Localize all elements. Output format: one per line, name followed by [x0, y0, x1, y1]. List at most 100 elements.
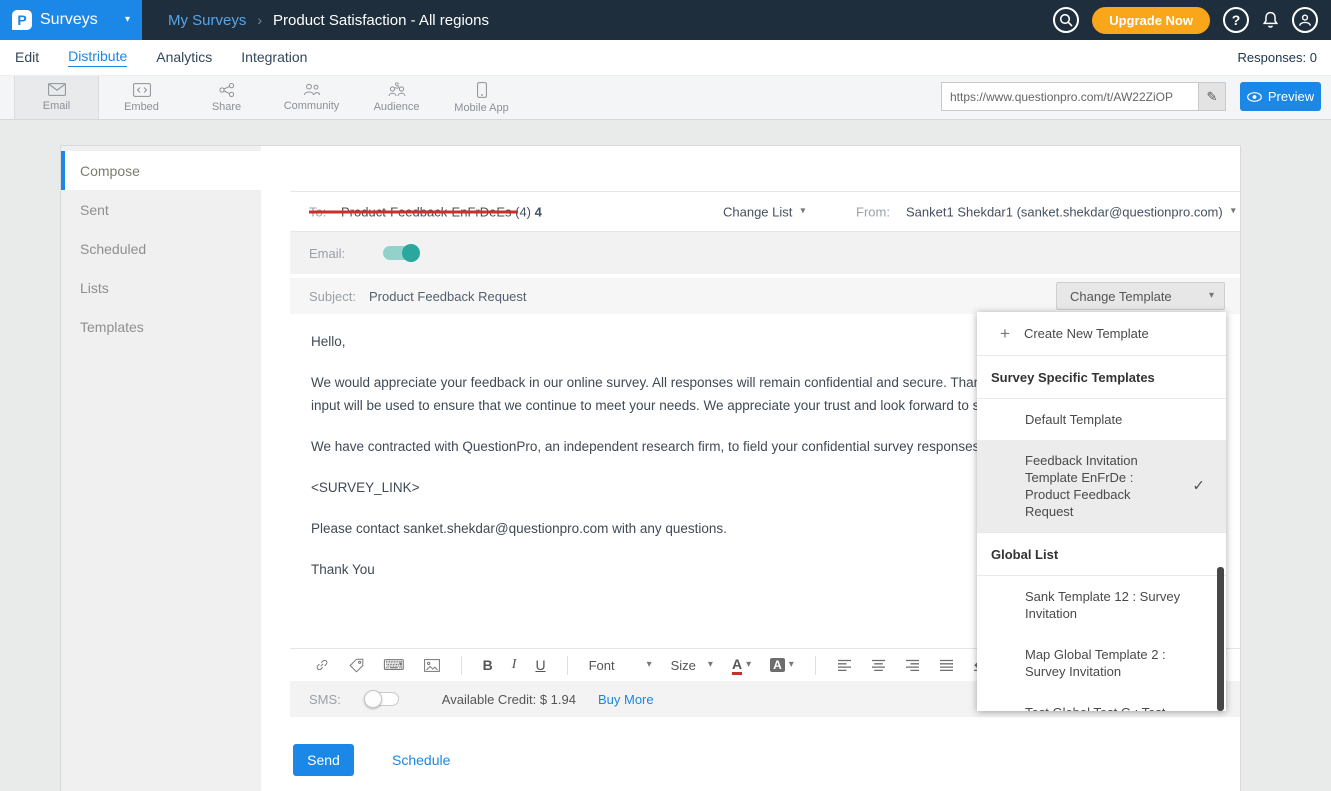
highlight-color-button[interactable]: A ▾: [770, 658, 794, 672]
font-family-select[interactable]: Font ▾: [589, 658, 652, 673]
header-actions: Upgrade Now ?: [1053, 7, 1331, 34]
menu-scrollbar-thumb[interactable]: [1217, 567, 1224, 711]
account-avatar[interactable]: [1292, 7, 1318, 33]
preview-button[interactable]: Preview: [1240, 82, 1321, 111]
surveys-menu-label: Surveys: [40, 11, 98, 29]
tab-integration[interactable]: Integration: [241, 49, 307, 67]
channel-audience[interactable]: $ Audience: [354, 76, 439, 119]
chevron-down-icon: ▾: [746, 660, 751, 670]
toolbar-divider: [567, 656, 568, 675]
channel-label: Embed: [124, 101, 159, 113]
surveys-app-menu[interactable]: P Surveys ▾: [0, 0, 142, 40]
text-color-button[interactable]: A ▾: [732, 656, 751, 675]
pencil-icon: ✎: [1207, 89, 1218, 105]
channel-email[interactable]: Email: [14, 76, 99, 119]
align-right-button[interactable]: [905, 659, 920, 672]
toggle-knob: [364, 690, 382, 708]
preview-label: Preview: [1268, 89, 1314, 104]
sidebar-item-sent[interactable]: Sent: [61, 190, 261, 229]
edit-url-button[interactable]: ✎: [1198, 83, 1225, 110]
help-button[interactable]: ?: [1223, 7, 1249, 33]
buy-more-link[interactable]: Buy More: [598, 692, 654, 707]
community-people-icon: [303, 83, 321, 96]
schedule-link[interactable]: Schedule: [392, 752, 450, 768]
sms-toggle[interactable]: [364, 692, 399, 706]
channel-mobile-app[interactable]: Mobile App: [439, 76, 524, 119]
embed-code-icon: [133, 83, 151, 97]
tab-analytics[interactable]: Analytics: [156, 49, 212, 67]
plus-icon: +: [1000, 324, 1010, 344]
channel-embed[interactable]: Embed: [99, 76, 184, 119]
email-toggle[interactable]: [383, 246, 418, 260]
tab-edit[interactable]: Edit: [15, 49, 39, 67]
insert-image-button[interactable]: [424, 659, 440, 672]
upgrade-now-button[interactable]: Upgrade Now: [1092, 7, 1210, 34]
to-recipient-count: 4: [535, 204, 542, 219]
change-template-button[interactable]: Change Template ▾: [1056, 282, 1225, 310]
sidebar-item-compose[interactable]: Compose: [61, 151, 261, 190]
bold-button[interactable]: B: [483, 657, 493, 673]
breadcrumb-separator: ›: [257, 12, 262, 28]
merge-tag-button[interactable]: [349, 658, 364, 673]
align-left-icon: [837, 659, 852, 672]
survey-specific-templates-header: Survey Specific Templates: [977, 356, 1226, 399]
menu-item-map-global-template-2[interactable]: Map Global Template 2 : Survey Invitatio…: [977, 634, 1226, 692]
create-new-template-label: Create New Template: [1024, 326, 1149, 341]
channel-label: Share: [212, 101, 241, 113]
change-list-label: Change List: [723, 204, 792, 219]
keyboard-button[interactable]: ⌨: [383, 656, 405, 674]
compose-actions: Send Schedule: [293, 744, 450, 776]
top-header: P Surveys ▾ My Surveys › Product Satisfa…: [0, 0, 1331, 40]
sidebar-item-templates[interactable]: Templates: [61, 307, 261, 346]
section-tabs: Edit Distribute Analytics Integration Re…: [0, 40, 1331, 76]
breadcrumb-my-surveys[interactable]: My Surveys: [168, 12, 246, 29]
eye-icon: [1247, 92, 1262, 102]
subject-row: Subject: Product Feedback Request Change…: [290, 278, 1240, 314]
share-icon: [219, 83, 235, 97]
tab-distribute[interactable]: Distribute: [68, 48, 127, 67]
menu-item-default-template[interactable]: Default Template: [977, 399, 1226, 440]
change-list-dropdown[interactable]: Change List ▾: [723, 204, 805, 219]
link-icon: [314, 657, 330, 673]
chevron-down-icon: ▾: [708, 660, 713, 670]
sidebar-item-scheduled[interactable]: Scheduled: [61, 229, 261, 268]
survey-url-text[interactable]: https://www.questionpro.com/t/AW22ZiOP: [942, 90, 1198, 104]
search-icon: [1059, 13, 1073, 27]
survey-url-field[interactable]: https://www.questionpro.com/t/AW22ZiOP ✎: [941, 82, 1226, 111]
search-button[interactable]: [1053, 7, 1079, 33]
create-new-template-item[interactable]: + Create New Template: [977, 312, 1226, 356]
insert-link-button[interactable]: [314, 657, 330, 673]
selected-template-label: Feedback Invitation Template EnFrDe : Pr…: [1025, 453, 1138, 519]
align-center-button[interactable]: [871, 659, 886, 672]
menu-item-test-global-test-g[interactable]: Test Global Test G : Test RAA G: [977, 692, 1226, 711]
italic-button[interactable]: I: [512, 657, 517, 673]
questionpro-logo-icon: P: [12, 10, 32, 30]
menu-item-feedback-invitation-template[interactable]: Feedback Invitation Template EnFrDe : Pr…: [977, 440, 1226, 533]
align-left-button[interactable]: [837, 659, 852, 672]
channel-share[interactable]: Share: [184, 76, 269, 119]
global-list-header: Global List: [977, 533, 1226, 576]
justify-button[interactable]: [939, 659, 954, 672]
toolbar-divider: [815, 656, 816, 675]
notifications-button[interactable]: [1262, 11, 1279, 29]
channel-community[interactable]: Community: [269, 76, 354, 119]
channel-label: Community: [284, 100, 340, 112]
underline-button[interactable]: U: [535, 657, 545, 673]
subject-input[interactable]: Product Feedback Request: [369, 289, 527, 304]
chevron-down-icon: ▾: [800, 207, 805, 217]
change-template-menu: + Create New Template Survey Specific Te…: [977, 312, 1226, 711]
channel-label: Email: [43, 100, 71, 112]
font-family-label: Font: [589, 658, 615, 673]
page-title: Product Satisfaction - All regions: [273, 12, 489, 29]
send-button[interactable]: Send: [293, 744, 354, 776]
align-center-icon: [871, 659, 886, 672]
email-sidebar: Compose Sent Scheduled Lists Templates: [61, 146, 261, 791]
font-size-select[interactable]: Size ▾: [671, 658, 713, 673]
chevron-down-icon: ▾: [125, 15, 130, 25]
from-sender-dropdown[interactable]: Sanket1 Shekdar1 (sanket.shekdar@questio…: [906, 204, 1236, 219]
user-icon: [1298, 13, 1312, 27]
sms-label: SMS:: [309, 692, 341, 707]
sidebar-item-lists[interactable]: Lists: [61, 268, 261, 307]
menu-item-sank-template-12[interactable]: Sank Template 12 : Survey Invitation: [977, 576, 1226, 634]
toggle-knob: [402, 244, 420, 262]
